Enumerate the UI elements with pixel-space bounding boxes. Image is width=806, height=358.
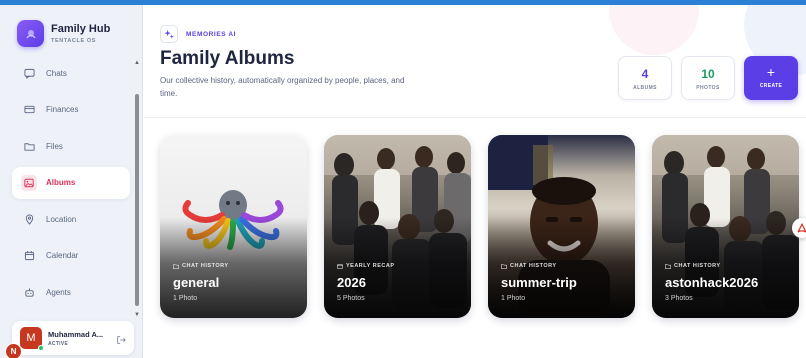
folder-icon <box>23 140 35 152</box>
album-tag-label: CHAT HISTORY <box>674 263 721 269</box>
sidebar-item-location[interactable]: Location <box>12 203 130 235</box>
sidebar-item-chats[interactable]: Chats <box>12 57 130 89</box>
calendar-icon <box>337 263 343 269</box>
brand-title: Family Hub <box>51 23 111 35</box>
page-header: MEMORIES AI Family Albums Our collective… <box>144 5 806 118</box>
user-name: Muhammad A... <box>48 329 104 339</box>
scroll-thumb[interactable] <box>135 94 139 306</box>
brand-subtitle: TENTACLE OS <box>51 38 96 44</box>
floating-avatar-badge[interactable]: N <box>5 343 22 358</box>
avatar-initial: M <box>26 332 36 344</box>
sidebar-scrollbar[interactable]: ▲ ▼ <box>134 60 140 318</box>
pin-icon <box>23 213 35 225</box>
photos-count-card: 10 PHOTOS <box>681 56 735 100</box>
album-name: summer-trip <box>501 275 577 290</box>
sidebar-item-label: Finances <box>46 105 79 114</box>
album-photo-count: 1 Photo <box>173 295 198 302</box>
albums-count: 4 <box>641 67 649 81</box>
section-badge-label: MEMORIES AI <box>186 30 237 38</box>
page-description: Our collective history, automatically or… <box>160 76 405 98</box>
folder-icon <box>665 263 671 269</box>
create-album-button[interactable]: + CREATE <box>744 56 798 100</box>
album-grid: CHAT HISTORY general 1 Photo YEARLY RECA… <box>160 135 800 321</box>
image-icon <box>21 174 37 191</box>
albums-count-card: 4 ALBUMS <box>618 56 672 100</box>
online-status-dot <box>38 345 44 351</box>
scroll-down-icon[interactable]: ▼ <box>134 312 140 318</box>
logout-icon[interactable] <box>116 332 126 344</box>
calendar-icon <box>23 250 35 262</box>
sidebar: Family Hub TENTACLE OS Chats Finances Fi… <box>0 5 143 358</box>
user-profile-card[interactable]: M Muhammad A... ACTIVE <box>12 321 134 355</box>
section-badge: MEMORIES AI <box>160 25 236 43</box>
sidebar-item-label: Calendar <box>46 251 79 260</box>
sidebar-item-files[interactable]: Files <box>12 130 130 162</box>
page-title: Family Albums <box>160 48 295 69</box>
avatar[interactable]: M <box>20 327 44 351</box>
sidebar-item-label: Files <box>46 141 63 151</box>
album-card-general[interactable]: CHAT HISTORY general 1 Photo <box>160 135 307 318</box>
album-photo-count: 1 Photo <box>501 295 526 302</box>
bot-icon <box>23 286 35 298</box>
albums-count-label: ALBUMS <box>633 85 657 91</box>
sidebar-item-label: Agents <box>46 287 71 297</box>
sidebar-item-label: Albums <box>46 178 76 187</box>
sidebar-item-calendar[interactable]: Calendar <box>12 240 130 272</box>
tentacle-logo-icon <box>17 20 44 47</box>
album-name: 2026 <box>337 275 366 290</box>
photos-count-label: PHOTOS <box>696 85 720 91</box>
decor-circle <box>609 5 699 55</box>
album-photo-count: 3 Photos <box>665 295 693 302</box>
album-gradient-overlay <box>652 135 799 318</box>
album-photo-count: 5 Photos <box>337 295 365 302</box>
album-card-astonhack2026[interactable]: CHAT HISTORY astonhack2026 3 Photos <box>652 135 799 318</box>
scroll-up-icon[interactable]: ▲ <box>134 60 140 66</box>
album-tag-label: YEARLY RECAP <box>346 263 395 269</box>
album-gradient-overlay <box>160 135 307 318</box>
album-name: general <box>173 275 220 290</box>
sparkles-icon <box>160 25 178 43</box>
album-tag-label: CHAT HISTORY <box>510 263 557 269</box>
card-icon <box>23 104 35 116</box>
album-tag: CHAT HISTORY <box>665 263 721 269</box>
album-tag: CHAT HISTORY <box>173 263 229 269</box>
folder-icon <box>501 263 507 269</box>
album-tag: YEARLY RECAP <box>337 263 395 269</box>
album-gradient-overlay <box>488 135 635 318</box>
sidebar-item-label: Chats <box>46 68 67 78</box>
album-tag: CHAT HISTORY <box>501 263 557 269</box>
user-status: ACTIVE <box>48 340 69 347</box>
album-card-summer-trip[interactable]: CHAT HISTORY summer-trip 1 Photo <box>488 135 635 318</box>
sidebar-item-finances[interactable]: Finances <box>12 94 130 126</box>
sidebar-item-label: Location <box>46 214 77 224</box>
sidebar-item-agents[interactable]: Agents <box>12 276 130 308</box>
album-name: astonhack2026 <box>665 275 759 290</box>
folder-icon <box>173 263 179 269</box>
sidebar-nav: Chats Finances Files Albums Location Cal… <box>12 57 130 313</box>
plus-icon: + <box>766 64 776 80</box>
album-gradient-overlay <box>324 135 471 318</box>
album-tag-label: CHAT HISTORY <box>182 263 229 269</box>
sidebar-item-albums[interactable]: Albums <box>12 166 130 199</box>
main-content: MEMORIES AI Family Albums Our collective… <box>144 5 806 358</box>
chat-icon <box>23 67 35 79</box>
photos-count: 10 <box>701 67 715 81</box>
brand[interactable]: Family Hub TENTACLE OS <box>17 20 110 47</box>
floating-avatar-initial: N <box>10 347 17 356</box>
album-card-2026[interactable]: YEARLY RECAP 2026 5 Photos <box>324 135 471 318</box>
pdf-extension-icon[interactable] <box>792 218 806 238</box>
create-button-label: CREATE <box>759 83 783 89</box>
